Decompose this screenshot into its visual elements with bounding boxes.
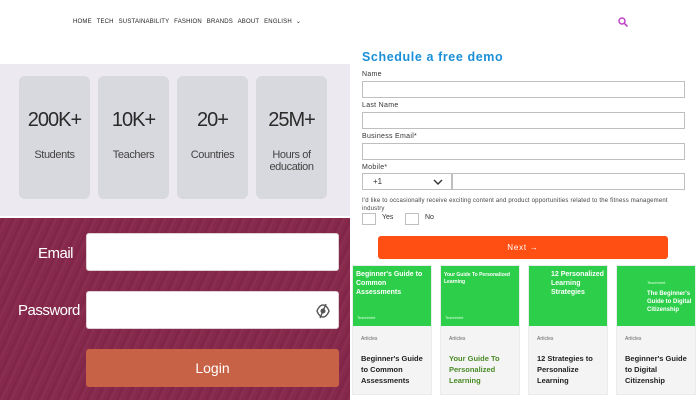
password-field[interactable] xyxy=(86,291,339,329)
login-form: Email Password Login xyxy=(0,218,350,400)
chevron-down-icon xyxy=(433,179,443,185)
country-code-select[interactable]: +1 xyxy=(362,173,452,190)
article-thumbnail: 12 Personalized Learning Strategies xyxy=(529,266,607,326)
stat-value: 200K+ xyxy=(27,109,82,131)
mobile-number-input[interactable] xyxy=(452,173,685,190)
chevron-down-icon: ⌄ xyxy=(295,19,302,25)
stat-card-teachers: 10K+ Teachers xyxy=(98,76,169,199)
thumbnail-brand: Teachmint xyxy=(445,315,464,320)
article-category: Articles xyxy=(361,336,378,342)
consent-yes-checkbox[interactable] xyxy=(362,213,376,225)
language-label: ENGLISH xyxy=(264,19,292,25)
business-email-input[interactable] xyxy=(362,143,685,160)
business-email-label: Business Email* xyxy=(362,133,418,140)
email-label: Email xyxy=(38,245,74,262)
article-thumbnail: Your Guide To Personalized Learning Teac… xyxy=(441,266,519,326)
nav-item-about[interactable]: ABOUT xyxy=(238,19,260,25)
email-field[interactable] xyxy=(86,233,339,271)
article-card[interactable]: Teachmint The Beginner's Guide to Digita… xyxy=(616,265,696,395)
next-button[interactable]: Next → xyxy=(378,236,668,259)
stats-section: 200K+ Students 10K+ Teachers 20+ Countri… xyxy=(0,64,350,216)
article-card[interactable]: Your Guide To Personalized Learning Teac… xyxy=(440,265,520,395)
consent-yes-label: Yes xyxy=(382,214,394,221)
name-input[interactable] xyxy=(362,81,685,98)
search-icon[interactable] xyxy=(618,17,628,27)
thumbnail-title: Your Guide To Personalized Learning xyxy=(444,272,510,285)
name-label: Name xyxy=(362,71,382,78)
thumbnail-title: 12 Personalized Learning Strategies xyxy=(551,271,604,296)
country-code-value: +1 xyxy=(373,177,383,186)
article-category: Articles xyxy=(625,336,642,342)
article-category: Articles xyxy=(449,336,466,342)
article-thumbnail: Beginner's Guide to Common Assessments T… xyxy=(353,266,431,326)
stat-value: 25M+ xyxy=(268,109,316,131)
consent-no-checkbox[interactable] xyxy=(405,213,419,225)
stat-label: Countries xyxy=(190,149,235,161)
top-navigation: HOME TECH SUSTAINABILITY FASHION BRANDS … xyxy=(0,0,350,44)
article-card[interactable]: 12 Personalized Learning Strategies Arti… xyxy=(528,265,608,395)
thumbnail-title: The Beginner's Guide to Digital Citizens… xyxy=(647,291,692,313)
mobile-label: Mobile* xyxy=(362,164,388,171)
consent-no-label: No xyxy=(425,214,434,221)
stat-label: Students xyxy=(34,149,75,161)
consent-text: I'd like to occasionally receive excitin… xyxy=(362,198,668,212)
article-title[interactable]: Beginner's Guide to Digital Citizenship xyxy=(625,353,693,386)
stat-label: Hours of education xyxy=(269,149,314,173)
nav-item-sustainability[interactable]: SUSTAINABILITY xyxy=(119,19,170,25)
article-category: Articles xyxy=(537,336,554,342)
nav-links: HOME TECH SUSTAINABILITY FASHION BRANDS … xyxy=(73,18,307,25)
stat-card-students: 200K+ Students xyxy=(19,76,90,199)
nav-item-language[interactable]: ENGLISH ⌄ xyxy=(264,19,304,25)
article-title[interactable]: Your Guide To Personalized Learning xyxy=(449,353,517,386)
thumbnail-brand: Teachmint xyxy=(647,280,666,285)
thumbnail-brand: Teachmint xyxy=(357,315,376,320)
article-thumbnail: Teachmint The Beginner's Guide to Digita… xyxy=(617,266,695,326)
nav-item-brands[interactable]: BRANDS xyxy=(207,19,233,25)
article-title[interactable]: Beginner's Guide to Common Assessments xyxy=(361,353,429,386)
login-button[interactable]: Login xyxy=(86,349,339,387)
demo-form-title: Schedule a free demo xyxy=(362,50,504,64)
stat-value: 20+ xyxy=(197,109,229,131)
right-panel: Schedule a free demo Name Last Name Busi… xyxy=(350,0,700,400)
password-label: Password xyxy=(18,302,80,319)
left-panel: HOME TECH SUSTAINABILITY FASHION BRANDS … xyxy=(0,0,350,400)
stat-label: Teachers xyxy=(112,149,155,161)
nav-item-tech[interactable]: TECH xyxy=(97,19,114,25)
stat-card-countries: 20+ Countries xyxy=(177,76,248,199)
eye-off-icon[interactable] xyxy=(316,303,330,319)
thumbnail-title: Beginner's Guide to Common Assessments xyxy=(356,271,423,296)
last-name-label: Last Name xyxy=(362,102,399,109)
nav-item-fashion[interactable]: FASHION xyxy=(174,19,202,25)
article-title[interactable]: 12 Strategies to Personalize Learning xyxy=(537,353,605,386)
article-card[interactable]: Beginner's Guide to Common Assessments T… xyxy=(352,265,432,395)
last-name-input[interactable] xyxy=(362,112,685,129)
stat-value: 10K+ xyxy=(111,109,156,131)
nav-item-home[interactable]: HOME xyxy=(73,19,92,25)
stat-card-hours: 25M+ Hours of education xyxy=(256,76,327,199)
